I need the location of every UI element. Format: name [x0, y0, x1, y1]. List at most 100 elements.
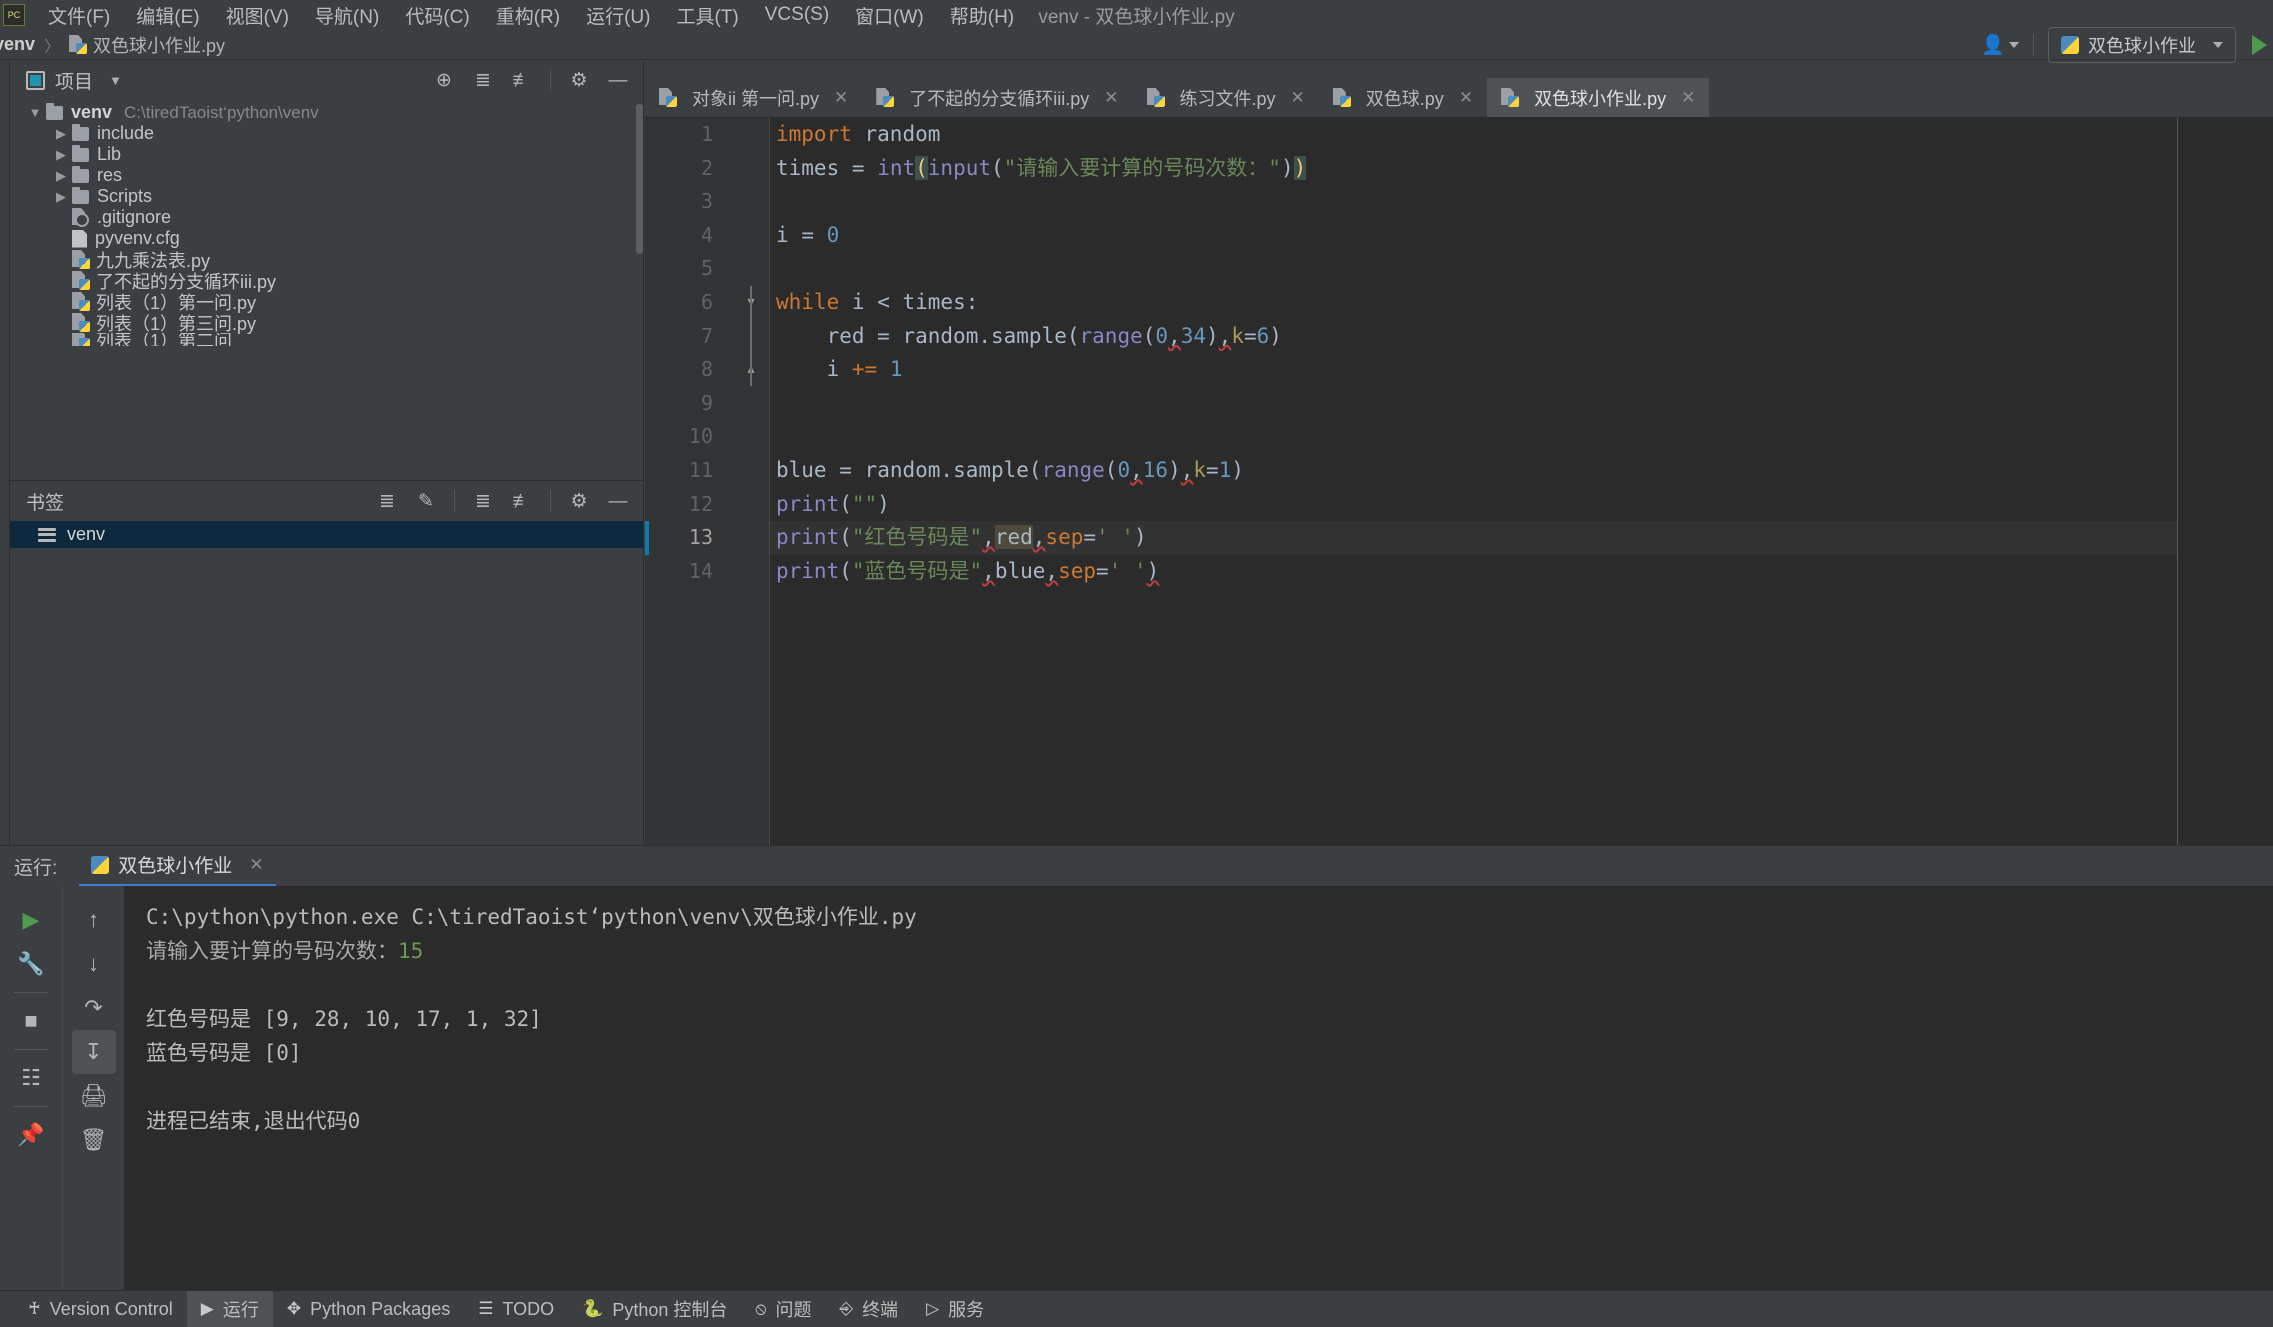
divider: [14, 992, 48, 993]
project-panel-title: 项目: [55, 71, 94, 93]
python-icon: [2061, 35, 2079, 54]
warning-icon: ⦸: [755, 1299, 767, 1318]
code-line-8: i += 1: [826, 357, 903, 382]
statusbar-problems[interactable]: ⦸ 问题: [741, 1291, 825, 1327]
statusbar-version-control[interactable]: ♰ Version Control: [14, 1294, 187, 1325]
rerun-icon[interactable]: ▶: [9, 898, 53, 942]
code-editor[interactable]: 1 2 3 4 5 6 7 8 9 10 11 12 13 14 ▾ ▴ imp…: [645, 118, 2273, 845]
chevron-right-icon[interactable]: ▶: [50, 168, 72, 184]
editor-tab-3[interactable]: 双色球.py ✕: [1319, 78, 1487, 117]
statusbar-todo[interactable]: ☰ TODO: [464, 1294, 568, 1325]
close-icon[interactable]: ✕: [834, 88, 848, 108]
fold-region-line: [750, 286, 752, 386]
menu-view[interactable]: 视图(V): [213, 0, 302, 31]
python-file-icon: [1501, 88, 1520, 107]
statusbar-label: TODO: [502, 1298, 555, 1319]
tree-node-py-5[interactable]: ▶ 列表（1）第二问: [10, 333, 643, 346]
down-icon[interactable]: ↓: [72, 942, 116, 986]
run-tab[interactable]: 双色球小作业 ✕: [79, 845, 276, 887]
editor-tab-1[interactable]: 了不起的分支循环iii.py ✕: [862, 78, 1132, 117]
settings-wrench-icon[interactable]: 🔧: [9, 942, 53, 986]
editor-fold-column[interactable]: ▾ ▴: [732, 118, 770, 845]
menu-window[interactable]: 窗口(W): [842, 0, 937, 31]
account-icon[interactable]: 👤: [1981, 33, 2005, 57]
menu-vcs[interactable]: VCS(S): [752, 2, 842, 28]
run-console-output[interactable]: C:\python\python.exe C:\tiredTaoist‘pyth…: [124, 886, 2273, 1291]
tree-node-include[interactable]: ▶ include: [10, 123, 643, 144]
statusbar-services[interactable]: ▷ 服务: [912, 1291, 998, 1327]
bookmarks-panel-title: 书签: [26, 492, 65, 514]
editor-code-area[interactable]: import random times = int(input("请输入要计算的…: [770, 118, 2178, 845]
run-configuration-selector[interactable]: 双色球小作业: [2048, 26, 2236, 63]
tree-node-path: C:\tiredTaoist‘python\venv: [124, 102, 319, 122]
expand-all-icon[interactable]: ≣: [472, 492, 494, 511]
run-button[interactable]: [2252, 34, 2267, 55]
chevron-right-icon[interactable]: ▶: [50, 189, 72, 205]
pin-icon[interactable]: 📌: [9, 1113, 53, 1157]
spacer: ▶: [50, 333, 72, 346]
print-icon[interactable]: 🖨: [72, 1074, 116, 1118]
settings-icon[interactable]: ⚙: [568, 71, 590, 90]
tree-node-label: include: [97, 123, 155, 143]
edit-icon[interactable]: ✎: [415, 492, 437, 511]
tree-node-gitignore[interactable]: ▶ .gitignore: [10, 207, 643, 228]
code-line-11: blue = random.sample(range(0,16),k=1): [776, 457, 1244, 482]
folder-icon: [72, 165, 89, 183]
chevron-down-icon[interactable]: ▼: [24, 105, 46, 120]
expand-all-icon[interactable]: ≣: [472, 71, 494, 90]
menu-edit[interactable]: 编辑(E): [123, 0, 212, 31]
up-icon[interactable]: ↑: [72, 898, 116, 942]
run-panel-body: ▶ 🔧 ■ ☷ 📌 ↑ ↓ ↷ ↧ 🖨 🗑 C:\python\python.e…: [0, 886, 2273, 1291]
menu-refactor[interactable]: 重构(R): [483, 0, 573, 31]
chevron-down-icon[interactable]: ▼: [109, 73, 122, 88]
editor-tab-0[interactable]: 对象ii 第一问.py ✕: [645, 78, 862, 117]
editor-tab-2[interactable]: 练习文件.py ✕: [1133, 78, 1319, 117]
soft-wrap-icon[interactable]: ↷: [72, 986, 116, 1030]
tree-node-res[interactable]: ▶ res: [10, 165, 643, 186]
breadcrumb-file[interactable]: 双色球小作业.py: [69, 32, 225, 58]
statusbar-python-console[interactable]: 🐍 Python 控制台: [568, 1291, 741, 1327]
trash-icon[interactable]: 🗑: [72, 1118, 116, 1162]
close-icon[interactable]: ✕: [1681, 88, 1695, 108]
account-chevron-down-icon[interactable]: [2009, 41, 2019, 48]
editor-error-stripe[interactable]: [2178, 118, 2273, 845]
bookmark-item-venv[interactable]: venv: [10, 521, 643, 548]
hide-icon[interactable]: —: [607, 492, 629, 511]
menu-file[interactable]: 文件(F): [35, 0, 123, 31]
close-icon[interactable]: ✕: [1459, 88, 1473, 108]
tree-node-scripts[interactable]: ▶ Scripts: [10, 186, 643, 207]
statusbar-terminal[interactable]: ⎆ 终端: [825, 1291, 912, 1327]
hide-icon[interactable]: —: [607, 71, 629, 90]
menu-code[interactable]: 代码(C): [392, 0, 482, 31]
tree-node-venv[interactable]: ▼ venv C:\tiredTaoist‘python\venv: [10, 102, 643, 123]
locate-icon[interactable]: ⊕: [433, 71, 455, 90]
menu-navigate[interactable]: 导航(N): [302, 0, 392, 31]
settings-icon[interactable]: ⚙: [568, 492, 590, 511]
editor-tab-4[interactable]: 双色球小作业.py ✕: [1487, 78, 1710, 117]
run-right-toolbar: ↑ ↓ ↷ ↧ 🖨 🗑: [62, 886, 124, 1291]
breadcrumb-file-label: 双色球小作业.py: [93, 35, 226, 56]
add-bookmark-icon[interactable]: ≣: [376, 492, 398, 511]
statusbar-label: 服务: [948, 1300, 985, 1320]
statusbar-run[interactable]: ▶ 运行: [186, 1291, 273, 1327]
line-number: 14: [688, 558, 713, 583]
breadcrumb-root[interactable]: venv: [0, 34, 35, 55]
close-icon[interactable]: ✕: [1104, 88, 1118, 108]
menu-help[interactable]: 帮助(H): [937, 0, 1027, 31]
chevron-right-icon[interactable]: ▶: [50, 126, 72, 142]
collapse-all-icon[interactable]: ≢: [511, 71, 533, 90]
close-icon[interactable]: ✕: [1291, 88, 1305, 108]
stop-icon[interactable]: ■: [9, 999, 53, 1043]
tree-node-lib[interactable]: ▶ Lib: [10, 144, 643, 165]
scroll-to-end-icon[interactable]: ↧: [71, 1030, 116, 1074]
chevron-right-icon[interactable]: ▶: [50, 147, 72, 163]
services-icon: ▷: [926, 1299, 940, 1318]
project-tree-scrollbar[interactable]: [636, 104, 643, 254]
menu-run[interactable]: 运行(U): [573, 0, 663, 31]
layout-icon[interactable]: ☷: [9, 1056, 53, 1100]
tree-node-py-4[interactable]: ▶ 列表（1）第三问.py: [10, 312, 643, 334]
menu-tools[interactable]: 工具(T): [663, 0, 751, 31]
collapse-all-icon[interactable]: ≢: [511, 492, 533, 511]
statusbar-python-packages[interactable]: ✥ Python Packages: [273, 1294, 464, 1325]
close-icon[interactable]: ✕: [249, 855, 263, 875]
